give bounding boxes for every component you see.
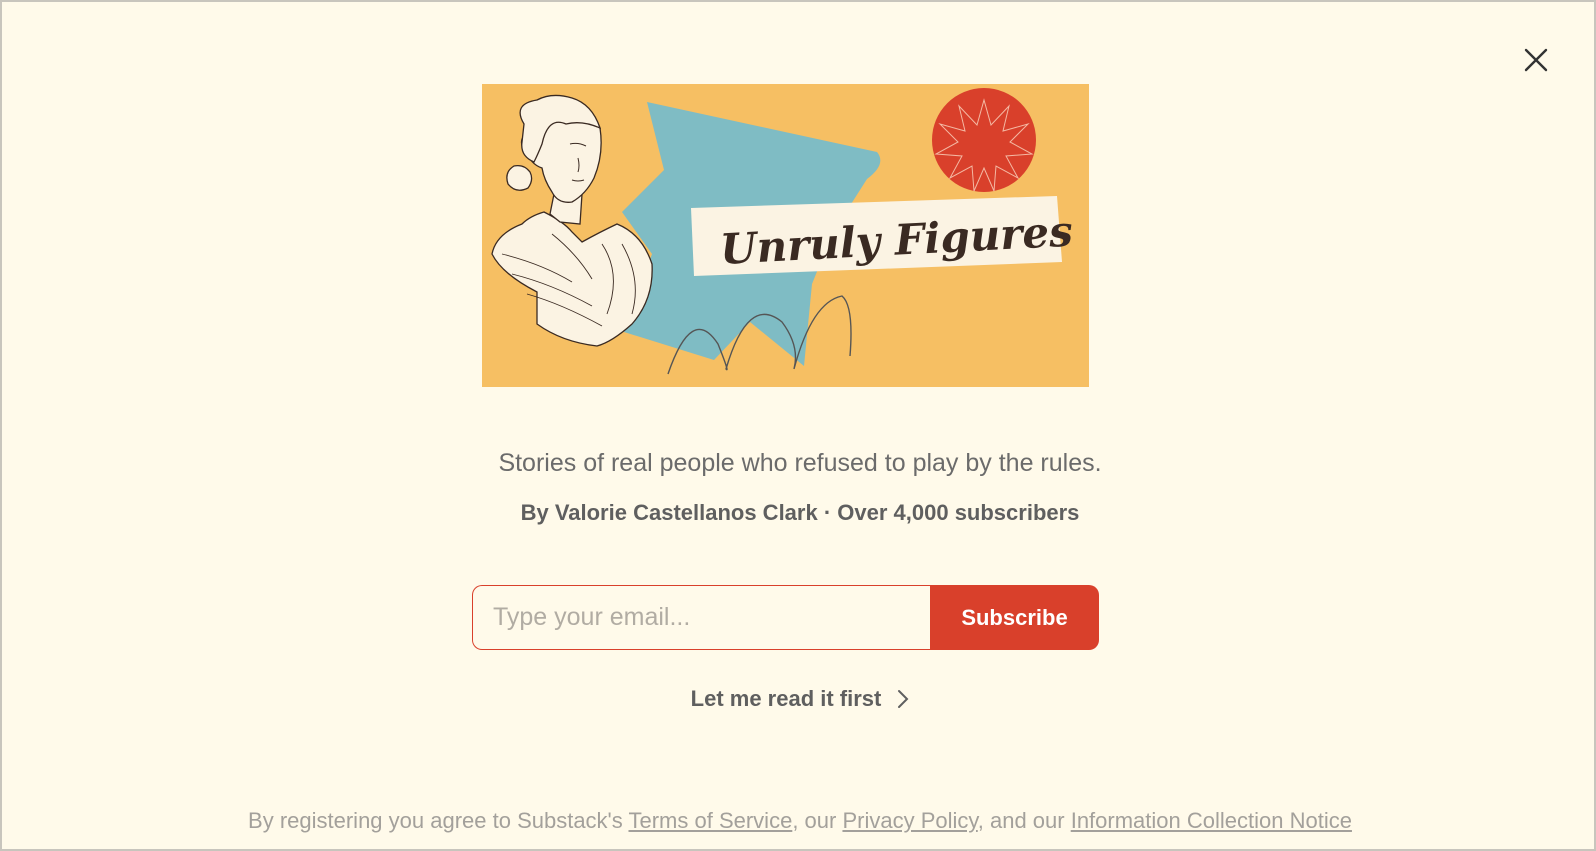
- email-input[interactable]: [472, 585, 930, 650]
- sun-icon: [932, 88, 1036, 192]
- publication-banner: Unruly Figures: [482, 84, 1089, 387]
- privacy-policy-link[interactable]: Privacy Policy: [842, 808, 977, 833]
- legal-prefix: By registering you agree to Substack's: [248, 808, 629, 833]
- subscribe-form: Subscribe: [472, 585, 1099, 650]
- terms-of-service-link[interactable]: Terms of Service: [628, 808, 792, 833]
- information-collection-notice-link[interactable]: Information Collection Notice: [1071, 808, 1352, 833]
- publication-tagline: Stories of real people who refused to pl…: [498, 449, 1102, 477]
- legal-sep-1: , our: [792, 808, 843, 833]
- read-first-link[interactable]: Let me read it first: [2, 686, 1596, 712]
- read-first-label: Let me read it first: [690, 686, 882, 711]
- legal-sep-2: , and our: [977, 808, 1071, 833]
- author-byline: By Valorie Castellanos Clark · Over 4,00…: [520, 500, 1080, 525]
- close-icon: [1524, 48, 1548, 72]
- legal-notice: By registering you agree to Substack's T…: [2, 808, 1596, 834]
- close-button[interactable]: [1518, 42, 1554, 78]
- subscribe-button[interactable]: Subscribe: [930, 585, 1099, 650]
- chevron-right-icon: [898, 690, 909, 708]
